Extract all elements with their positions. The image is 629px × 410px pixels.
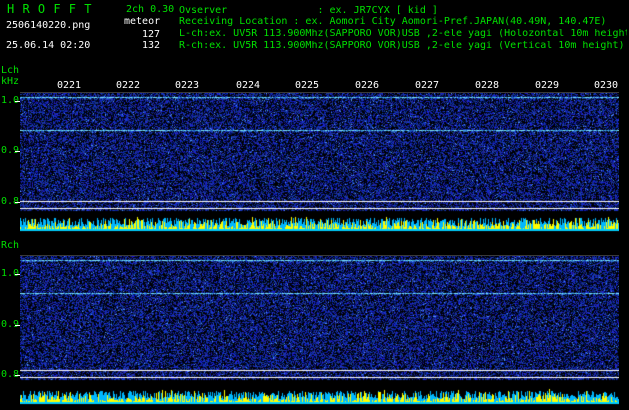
lch-label: Lch [1,65,20,76]
rch-waterfall [20,256,619,405]
mode-label: 2ch 0.30 [126,4,175,15]
filename: 2506140220.png [6,20,91,31]
rch-spectrogram [20,255,619,405]
lch-ytick-mark [15,101,20,102]
meteor-label: meteor [124,16,161,27]
lch-unit-label: kHz [1,76,20,87]
timestamp: 25.06.14 02:20 [6,40,91,51]
time-tick-label: 0227 [415,80,440,91]
meteor-count-r: 132 [142,40,161,51]
location-line: Receiving Location : ex. Aomori City Aom… [179,16,607,27]
app-title: H R O F F T [7,2,92,16]
time-tick-label: 0226 [355,80,380,91]
meteor-count-l: 127 [142,29,161,40]
rch-ytick-mark [15,375,20,376]
time-tick-label: 0228 [475,80,500,91]
time-tick-label: 0230 [594,80,619,91]
time-tick-label: 0225 [295,80,320,91]
lch-ytick-mark [15,151,20,152]
rch-ytick-mark [15,325,20,326]
rch-info-line: R-ch:ex. UV5R 113.900Mhz(SAPPORO VOR)USB… [179,41,625,51]
lch-ytick-mark [15,202,20,203]
lch-spectrogram [20,92,619,232]
lch-waterfall [20,93,619,232]
time-tick-label: 0222 [116,80,141,91]
time-tick-label: 0224 [236,80,261,91]
lch-info-line: L-ch:ex. UV5R 113.900Mhz(SAPPORO VOR)USB… [179,29,627,39]
rch-label: Rch [1,240,20,251]
time-tick-label: 0229 [535,80,560,91]
time-tick-label: 0223 [175,80,200,91]
rch-ytick-mark [15,274,20,275]
observer-line: Ovserver : ex. JR7CYX [ kid ] [179,5,438,16]
time-tick-label: 0221 [57,80,82,91]
